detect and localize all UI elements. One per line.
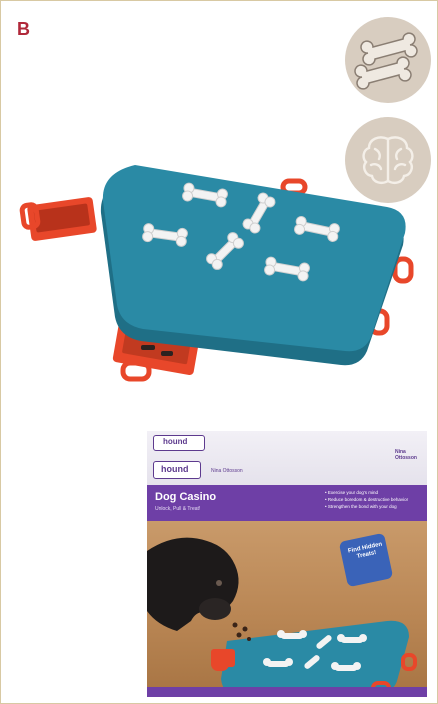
box-front: hound hound Nina Ottosson Nina Ottosson … xyxy=(147,431,427,697)
brand-logo-main-text: hound xyxy=(161,464,189,474)
partner-name: Nina Ottosson xyxy=(211,468,243,474)
feature-item: • Exercise your dog's mind xyxy=(325,490,378,495)
brand-logo-top: hound xyxy=(163,437,188,446)
corner-brand: Nina Ottosson xyxy=(395,449,417,461)
feature-item: • Reduce boredom & destructive behavior xyxy=(325,497,409,502)
product-box: hound hound Nina Ottosson Nina Ottosson … xyxy=(147,431,427,697)
box-title: Dog Casino xyxy=(155,491,217,503)
figure-frame: B hound hound Nina Ottosson Nina Ottosso… xyxy=(0,0,438,704)
panel-label: B xyxy=(17,19,30,39)
left-drawer xyxy=(19,197,97,241)
box-top-band: hound hound Nina Ottosson Nina Ottosson xyxy=(147,431,427,486)
bone-treats-badge xyxy=(345,17,431,103)
puzzle-board xyxy=(100,165,406,366)
box-bottom-band xyxy=(147,687,427,697)
feature-list: • Exercise your dog's mind • Reduce bore… xyxy=(325,489,423,510)
box-subtitle: Unlock, Pull & Treat! xyxy=(155,506,201,512)
bone-treats-icon xyxy=(354,32,418,90)
feature-item: • Strengthen the bond with your dog xyxy=(325,504,397,509)
dog-casino-toy-photo xyxy=(19,165,414,382)
